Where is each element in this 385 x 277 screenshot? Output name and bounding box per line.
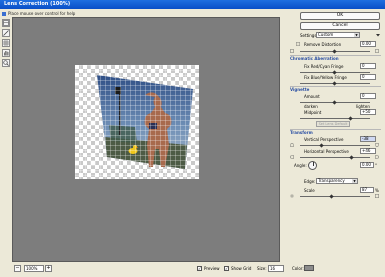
amount-label: Amount <box>304 94 320 99</box>
settings-row: Settings: Custom ▼ <box>286 32 383 39</box>
edge-label: Edge: <box>304 179 316 184</box>
angle-label: Angle: <box>294 163 307 168</box>
barrel-left-icon <box>290 49 294 53</box>
fix-blue-yellow-label: Fix Blue/Yellow Fringe <box>304 75 347 80</box>
show-grid-label: Show Grid <box>231 266 252 271</box>
horizontal-perspective-thumb[interactable] <box>349 155 354 160</box>
photo-shorts <box>149 123 157 129</box>
scale-label: Scale <box>304 188 315 193</box>
photo-duck <box>128 148 138 154</box>
photo-sign <box>115 87 121 94</box>
midpoint-field[interactable]: +50 <box>360 109 376 115</box>
size-field[interactable]: 16 <box>268 265 284 272</box>
remove-distortion-field[interactable]: 0.00 <box>360 41 376 47</box>
settings-panel: Settings: Custom ▼ Remove Distortion 0.0… <box>286 32 383 230</box>
chevron-down-icon: ▼ <box>354 33 359 37</box>
amount-row: Amount 0 <box>286 93 383 100</box>
scale-slider[interactable] <box>300 196 370 197</box>
scale-field[interactable]: 87 <box>360 187 374 193</box>
pincushion-icon <box>296 42 300 46</box>
hand-icon[interactable] <box>2 49 10 57</box>
chevron-down-icon: ▼ <box>352 179 357 183</box>
amount-thumb[interactable] <box>332 100 337 105</box>
fix-red-cyan-row: Fix Red/Cyan Fringe 0 <box>286 63 383 70</box>
angle-dial[interactable] <box>308 161 317 170</box>
color-label: Color: <box>292 266 304 271</box>
settings-menu-icon[interactable] <box>376 33 380 37</box>
vertical-perspective-right-icon <box>375 143 379 147</box>
preview-checkbox[interactable]: ✓ <box>197 266 202 271</box>
barrel-right-icon <box>375 49 379 53</box>
horizontal-perspective-field[interactable]: +46 <box>360 148 376 154</box>
grid-color-swatch[interactable] <box>304 265 314 271</box>
status-bar: − 100% + ✓ Preview ✓ Show Grid Size: 16 … <box>12 262 385 277</box>
remove-distortion-icon[interactable] <box>2 19 10 27</box>
angle-row: Angle: 0.00 ° <box>286 161 383 170</box>
edge-select[interactable]: Transparency ▼ <box>316 178 358 184</box>
vertical-perspective-left-icon <box>290 143 294 147</box>
edge-row: Edge: Transparency ▼ <box>286 178 383 185</box>
settings-select[interactable]: Custom ▼ <box>316 32 360 38</box>
vertical-perspective-row: Vertical Perspective -38 <box>286 136 383 143</box>
horizontal-perspective-label: Horizontal Perspective <box>304 149 349 154</box>
info-icon <box>2 12 6 16</box>
fix-red-cyan-label: Fix Red/Cyan Fringe <box>304 64 344 69</box>
fix-blue-yellow-field[interactable]: 0 <box>360 74 376 80</box>
angle-unit: ° <box>375 163 377 168</box>
fix-blue-yellow-thumb[interactable] <box>332 81 337 86</box>
amount-field[interactable]: 0 <box>360 93 376 99</box>
preview-photo <box>97 75 193 169</box>
fix-red-cyan-field[interactable]: 0 <box>360 63 376 69</box>
midpoint-row: Midpoint +50 <box>286 109 383 116</box>
show-grid-checkbox[interactable]: ✓ <box>224 266 229 271</box>
midpoint-label: Midpoint <box>304 110 322 115</box>
horizontal-perspective-right-icon <box>375 155 379 159</box>
help-hint-text: Place mouse over control for help <box>8 11 76 16</box>
fix-blue-yellow-row: Fix Blue/Yellow Fringe 0 <box>286 74 383 81</box>
zoom-field[interactable]: 100% <box>24 265 44 272</box>
scale-down-icon <box>290 194 294 198</box>
window-title: Lens Correction (100%) <box>0 0 385 9</box>
move-grid-icon[interactable] <box>2 39 10 47</box>
set-lens-default-button[interactable]: Set Lens Default <box>316 121 350 127</box>
zoom-out-button[interactable]: − <box>14 265 21 272</box>
vertical-perspective-label: Vertical Perspective <box>304 137 344 142</box>
ok-button[interactable]: OK <box>300 12 380 20</box>
angle-dial-needle <box>313 162 314 166</box>
scale-up-icon <box>375 194 379 198</box>
edge-value: Transparency <box>318 178 345 183</box>
cancel-button[interactable]: Cancel <box>300 22 380 30</box>
dialog-buttons: OK Cancel <box>300 12 380 32</box>
settings-value: Custom <box>318 32 334 37</box>
straighten-icon[interactable] <box>2 29 10 37</box>
tool-strip <box>0 17 12 262</box>
zoom-icon[interactable] <box>2 59 10 67</box>
size-label: Size: <box>257 266 267 271</box>
help-hint: Place mouse over control for help <box>2 10 292 17</box>
zoom-in-button[interactable]: + <box>45 265 52 272</box>
photo-trees <box>109 125 137 143</box>
vertical-perspective-thumb[interactable] <box>319 143 324 148</box>
photo-duck-head <box>133 145 137 149</box>
horizontal-perspective-left-icon <box>290 155 294 159</box>
horizontal-perspective-slider[interactable] <box>300 157 370 158</box>
remove-distortion-row: Remove Distortion 0.00 <box>286 41 383 48</box>
remove-distortion-label: Remove Distortion <box>304 42 342 47</box>
scale-row: Scale 87 % <box>286 187 383 194</box>
scale-thumb[interactable] <box>329 194 334 199</box>
angle-field[interactable]: 0.00 <box>360 162 374 168</box>
vertical-perspective-field[interactable]: -38 <box>360 136 376 142</box>
photo-pole <box>119 91 121 135</box>
preview-canvas[interactable] <box>12 17 280 262</box>
horizontal-perspective-row: Horizontal Perspective +46 <box>286 148 383 155</box>
remove-distortion-thumb[interactable] <box>332 49 337 54</box>
vertical-perspective-slider[interactable] <box>300 145 370 146</box>
midpoint-thumb[interactable] <box>348 116 353 121</box>
midpoint-slider[interactable] <box>300 118 370 119</box>
chromatic-title: Chromatic Aberration <box>290 56 339 61</box>
scale-unit: % <box>375 188 379 193</box>
preview-label: Preview <box>204 266 220 271</box>
